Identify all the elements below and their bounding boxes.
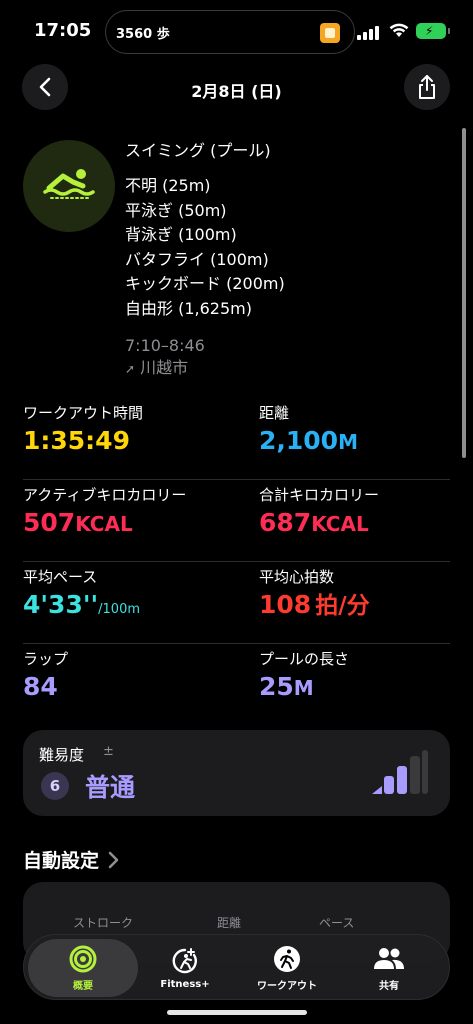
metric-value-wrap: 108 拍/分 [259,588,370,623]
metric-value: 4'33'' [23,590,99,619]
tab-summary[interactable]: 概要 [28,939,138,997]
stroke-item: キックボード (200m) [125,274,285,293]
metric-label: ワークアウト時間 [23,404,144,422]
metric-unit: KCAL [75,512,133,536]
metrics-grid: ワークアウト時間 1:35:49 距離 2,100M アクティブキロカロリー 5… [23,398,450,726]
plus-minus-icon: ± [103,744,114,759]
metric-value: 687 [259,508,312,537]
nav-bar: 2月8日 (日) [0,64,473,116]
stroke-item: バタフライ (100m) [125,249,269,269]
metric-value: 1:35:49 [23,426,130,455]
auto-settings-title: 自動設定 [23,850,100,872]
difficulty-card[interactable]: 難易度 ± 6 普通 [23,730,450,816]
metric-value-wrap: 25M [259,670,349,705]
charging-bolt-icon: ⚡ [425,24,434,38]
metric-label: 合計キロカロリー [259,486,380,504]
workout-summary: スイミング (プール) 不明 (25m) 平泳ぎ (50m) 背泳ぎ (100m… [125,140,445,380]
metric-unit: 拍/分 [315,593,370,619]
activity-rings-icon [69,945,97,973]
tab-fitness-plus[interactable]: Fitness+ [132,939,238,997]
tab-sharing[interactable]: 共有 [336,939,442,997]
metric-row: ラップ 84 プールの長さ 25M [23,644,450,726]
metric-label: アクティブキロカロリー [23,486,187,504]
swimming-activity-icon [23,140,115,232]
home-indicator[interactable] [167,1010,307,1015]
step-count: 3560 歩 [116,27,170,42]
metric-row: アクティブキロカロリー 507KCAL 合計キロカロリー 687KCAL [23,480,450,562]
chevron-right-icon [108,851,119,868]
metric-label: ラップ [23,650,69,668]
metric-unit: M [293,676,314,700]
metric-avg-heart-rate: 平均心拍数 108 拍/分 [259,566,370,623]
status-time: 17:05 [34,20,92,41]
column-header: 距離 [217,916,242,930]
metric-row: ワークアウト時間 1:35:49 距離 2,100M [23,398,450,480]
metric-value-wrap: 687KCAL [259,506,379,541]
metric-value-wrap: 507KCAL [23,506,186,541]
stroke-item: 自由形 (1,625m) [125,298,252,318]
metric-value-wrap: 4'33''/100m [23,588,140,627]
difficulty-text: 普通 [85,773,136,802]
metric-value: 108 [259,590,312,619]
workout-location: ➚ 川越市 [125,357,445,380]
metric-laps: ラップ 84 [23,648,68,704]
stroke-item: 平泳ぎ (50m) [125,200,227,220]
location-arrow-icon: ➚ [125,362,136,376]
share-button[interactable] [404,64,450,110]
fitness-plus-icon [172,948,197,974]
metric-label: 距離 [259,404,290,422]
tab-label: Fitness+ [160,979,210,990]
difficulty-number: 6 [41,772,69,800]
auto-settings-link[interactable]: 自動設定 [23,846,119,873]
metric-active-calories: アクティブキロカロリー 507KCAL [23,484,186,541]
share-icon [419,75,435,99]
column-header: ペース [319,916,355,930]
tab-label: 概要 [73,981,93,992]
metric-unit: M [338,430,358,454]
metric-value: 2,100 [259,426,339,455]
metric-total-calories: 合計キロカロリー 687KCAL [259,484,379,541]
metric-label: プールの長さ [259,650,350,668]
metric-pool-length: プールの長さ 25M [259,648,349,705]
app-badge-icon [320,23,340,43]
swimmer-icon [43,169,95,199]
metric-unit: /100m [98,602,141,617]
tab-label: 共有 [379,981,399,992]
metric-avg-pace: 平均ペース 4'33''/100m [23,566,140,627]
workout-runner-icon [274,946,300,972]
workout-time-range: 7:10–8:46 [125,336,205,355]
location-label: 川越市 [140,358,189,377]
signal-icon [357,26,381,40]
difficulty-label: 難易度 [39,746,85,764]
status-bar: 17:05 3560 歩 ⚡ [0,0,473,62]
sharing-people-icon [374,948,404,969]
tab-workouts[interactable]: ワークアウト [234,939,340,997]
workout-type: スイミング (プール) [125,141,271,160]
page-title: 2月8日 (日) [191,82,282,101]
scrollbar[interactable] [462,128,466,458]
wifi-icon [389,23,409,37]
metric-workout-time: ワークアウト時間 1:35:49 [23,402,143,458]
difficulty-bars-icon [372,750,428,794]
metric-row: 平均ペース 4'33''/100m 平均心拍数 108 拍/分 [23,562,450,644]
column-header: ストローク [73,916,134,930]
metric-value: 25 [259,672,294,701]
metric-value: 507 [23,508,76,537]
metric-value-wrap: 2,100M [259,424,358,459]
metric-label: 平均心拍数 [259,568,335,586]
metric-unit: KCAL [311,512,369,536]
dynamic-island[interactable]: 3560 歩 [105,10,355,54]
stroke-item: 背泳ぎ (100m) [125,225,237,244]
metric-value: 84 [23,672,58,701]
metric-label: 平均ペース [23,568,98,586]
stroke-item: 不明 (25m) [125,176,211,195]
tab-bar: 概要 Fitness+ ワークアウト 共有 [23,934,450,1000]
tab-label: ワークアウト [257,981,317,992]
battery-icon: ⚡ [416,23,450,39]
metric-distance: 距離 2,100M [259,402,358,459]
